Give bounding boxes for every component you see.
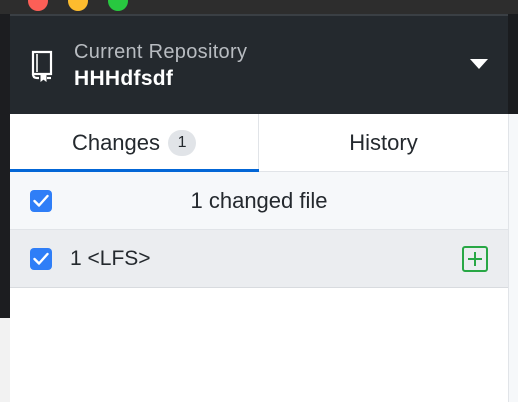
tab-history-label: History bbox=[349, 130, 418, 155]
right-edge bbox=[508, 114, 518, 402]
app-window: Current Repository HHHdfsdf Changes 1 Hi… bbox=[0, 0, 518, 402]
title-bar bbox=[0, 0, 518, 14]
repo-icon bbox=[30, 50, 54, 83]
tab-changes[interactable]: Changes 1 bbox=[10, 114, 259, 173]
current-repository-button[interactable]: Current Repository HHHdfsdf bbox=[10, 14, 508, 114]
changed-files-summary: 1 changed file bbox=[190, 188, 328, 213]
repository-name: HHHdfsdf bbox=[74, 67, 174, 90]
file-name: 1 <LFS> bbox=[70, 247, 151, 270]
minimize-window-button[interactable] bbox=[68, 0, 88, 11]
select-all-checkbox[interactable] bbox=[30, 190, 52, 212]
changes-count-badge: 1 bbox=[168, 130, 197, 156]
right-edge-dark bbox=[508, 14, 518, 114]
changed-files-header: 1 changed file bbox=[10, 172, 508, 230]
checkmark-icon bbox=[33, 194, 49, 207]
zoom-window-button[interactable] bbox=[108, 0, 128, 11]
file-include-checkbox[interactable] bbox=[30, 248, 52, 270]
tab-history[interactable]: History bbox=[259, 114, 508, 172]
triangle-down-icon bbox=[470, 59, 488, 69]
diff-added-icon bbox=[462, 246, 488, 272]
tab-bar: Changes 1 History bbox=[10, 114, 508, 173]
repository-label: Current Repository bbox=[74, 41, 248, 63]
checkmark-icon bbox=[33, 252, 49, 265]
file-list-empty-area bbox=[10, 288, 508, 402]
tab-changes-label: Changes bbox=[71, 130, 161, 155]
close-window-button[interactable] bbox=[28, 0, 48, 11]
file-list-item[interactable]: 1 <LFS> bbox=[10, 230, 508, 288]
